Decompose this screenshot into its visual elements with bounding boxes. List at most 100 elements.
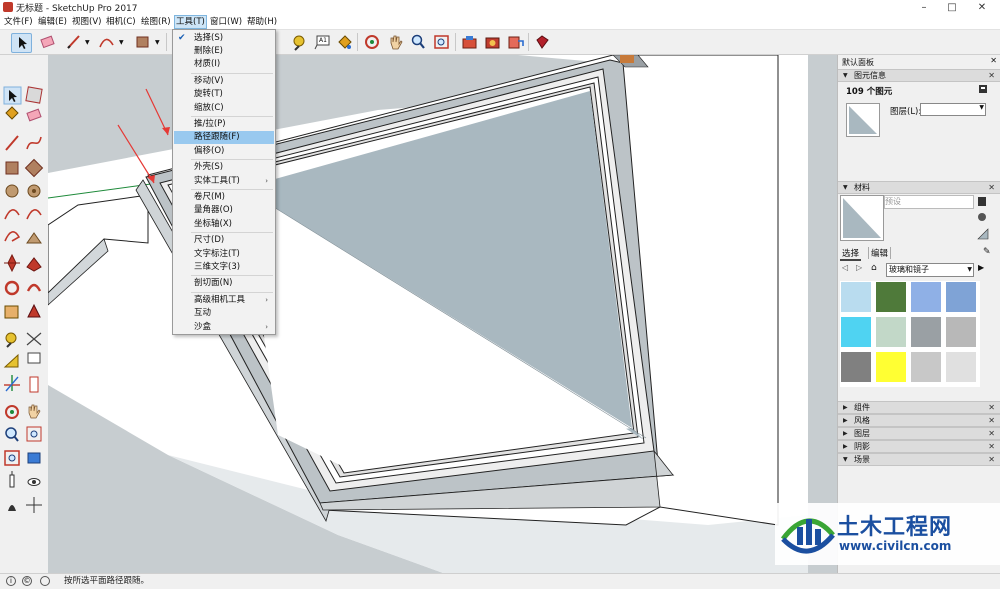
panel-header-0[interactable]: ▶ 组件 ✕ (838, 401, 1000, 414)
panel-close-icon[interactable]: ✕ (988, 428, 995, 439)
material-library-select[interactable]: 玻璃和镜子 ▼ (886, 263, 974, 277)
tools-menu-item-10[interactable]: 实体工具(T) › (174, 175, 274, 188)
tools-menu-item-12[interactable]: 量角器(O) (174, 204, 274, 217)
paint-bucket-tool-button[interactable] (335, 33, 354, 51)
zoom-extents-tool-button[interactable] (432, 33, 451, 51)
entity-info-header[interactable]: ▼ 图元信息 ✕ (838, 69, 1000, 82)
eyedropper-icon[interactable]: ✎ (983, 247, 991, 257)
material-swatch[interactable] (945, 281, 977, 313)
material-name-field[interactable]: 预设 (884, 195, 974, 209)
tools-menu-item-5[interactable]: 缩放(C) (174, 102, 274, 115)
tools-menu-item-4[interactable]: 旋转(T) (174, 88, 274, 101)
select-tool-button[interactable] (11, 33, 32, 53)
maximize-button[interactable]: □ (938, 0, 966, 15)
material-swatch[interactable] (875, 281, 907, 313)
extension-button[interactable] (533, 33, 552, 51)
tools-menu-item-15[interactable]: 文字标注(T) (174, 248, 274, 261)
library-details-icon[interactable]: ▶ (978, 263, 984, 272)
extension-warehouse-button[interactable] (483, 33, 502, 51)
panel-header-label: 阴影 (854, 442, 870, 451)
tape-measure-tool-button[interactable] (290, 33, 309, 51)
tools-menu-item-8[interactable]: 偏移(O) (174, 145, 274, 158)
share-model-button[interactable] (506, 33, 525, 51)
entity-detail-toggle-icon[interactable] (978, 84, 988, 94)
tools-menu-item-20[interactable]: 沙盒 › (174, 321, 274, 334)
tools-menu-item-0[interactable]: ✔ 选择(S) (174, 32, 274, 45)
menu-0[interactable]: 文件(F) (3, 16, 34, 28)
material-swatch[interactable] (910, 351, 942, 383)
tools-menu-item-6[interactable]: 推/拉(P) (174, 118, 274, 131)
material-swatch[interactable] (840, 281, 872, 313)
tools-menu-item-14[interactable]: 尺寸(D) (174, 234, 274, 247)
material-swatch[interactable] (840, 316, 872, 348)
arc-dropdown-chevron-icon[interactable]: ▼ (119, 39, 124, 46)
material-swatch[interactable] (875, 316, 907, 348)
material-swatch[interactable] (945, 316, 977, 348)
material-swatch[interactable] (945, 351, 977, 383)
eraser-tool-button[interactable] (38, 33, 57, 51)
tools-menu-item-13[interactable]: 坐标轴(X) (174, 218, 274, 231)
shape-dropdown-chevron-icon[interactable]: ▼ (155, 39, 160, 46)
panel-close-icon[interactable]: ✕ (988, 454, 995, 465)
warehouse-button[interactable] (460, 33, 479, 51)
home-icon[interactable]: ⌂ (871, 263, 877, 273)
menu-6[interactable]: 窗口(W) (209, 16, 243, 28)
panel-close-icon[interactable]: ✕ (988, 70, 995, 81)
zoom-tool-button[interactable] (409, 33, 428, 51)
materials-header[interactable]: ▼ 材料 ✕ (838, 181, 1000, 194)
tools-menu-dropdown: ✔ 选择(S) 删除(E) 材质(I) 移动(V) 旋转(T) 缩放(C) 推/拉(P) 路径跟… (172, 29, 276, 335)
rectangle-icon (136, 36, 149, 48)
line-tool-button[interactable] (64, 33, 83, 51)
tools-menu-item-17[interactable]: 剖切面(N) (174, 277, 274, 290)
tools-menu-item-19[interactable]: 互动 (174, 307, 274, 320)
info-icon[interactable]: i (6, 576, 16, 586)
line-dropdown-chevron-icon[interactable]: ▼ (85, 39, 90, 46)
panel-header-4[interactable]: ▼ 场景 ✕ (838, 453, 1000, 466)
back-arrow-icon[interactable]: ◁ (842, 263, 848, 272)
rectangle-tool-button[interactable] (133, 33, 152, 51)
user-account-icon[interactable] (40, 576, 50, 586)
panel-header-2[interactable]: ▶ 图层 ✕ (838, 427, 1000, 440)
tools-menu-item-9[interactable]: 外壳(S) (174, 161, 274, 174)
minimize-button[interactable]: – (910, 0, 938, 15)
tools-menu-item-7[interactable]: 路径跟随(F) (174, 131, 274, 145)
geo-location-icon[interactable]: © (22, 576, 32, 586)
material-swatch[interactable] (910, 316, 942, 348)
tools-menu-item-18[interactable]: 高级相机工具 › (174, 294, 274, 307)
panel-close-icon[interactable]: ✕ (988, 402, 995, 413)
tools-menu-item-3[interactable]: 移动(V) (174, 75, 274, 88)
panel-close-icon[interactable]: ✕ (988, 182, 995, 193)
material-swatch[interactable] (910, 281, 942, 313)
text-tool-button[interactable]: A1 (313, 33, 332, 51)
arc-tool-button[interactable] (97, 33, 116, 51)
close-button[interactable]: ✕ (968, 0, 996, 15)
menu-4[interactable]: 绘图(R) (140, 16, 172, 28)
tools-menu-item-11[interactable]: 卷尺(M) (174, 191, 274, 204)
panel-close-icon[interactable]: ✕ (988, 441, 995, 452)
tab-select[interactable]: 选择 (840, 247, 862, 261)
material-side-icons[interactable] (976, 195, 990, 241)
panel-close-icon[interactable]: ✕ (988, 415, 995, 426)
layer-select[interactable]: ▼ (920, 103, 986, 116)
pan-tool-button[interactable] (386, 33, 405, 51)
tools-menu-item-2[interactable]: 材质(I) (174, 58, 274, 71)
status-bar: i © 按所选平面路径跟随。 (0, 573, 1000, 589)
menu-7[interactable]: 帮助(H) (246, 16, 278, 28)
panel-header-1[interactable]: ▶ 风格 ✕ (838, 414, 1000, 427)
panel-header-3[interactable]: ▶ 阴影 ✕ (838, 440, 1000, 453)
forward-arrow-icon[interactable]: ▷ (856, 263, 862, 272)
menu-5[interactable]: 工具(T) (174, 15, 207, 29)
material-swatch[interactable] (875, 351, 907, 383)
model-viewport[interactable] (48, 55, 837, 573)
tools-menu-item-16[interactable]: 三维文字(3) (174, 261, 274, 274)
material-swatch[interactable] (840, 351, 872, 383)
tab-edit[interactable]: 编辑 (868, 247, 892, 259)
tools-menu-item-1[interactable]: 删除(E) (174, 45, 274, 58)
menu-1[interactable]: 编辑(E) (37, 16, 68, 28)
menu-3[interactable]: 相机(C) (105, 16, 137, 28)
menu-item-label: 三维文字(3) (194, 261, 241, 272)
orbit-tool-button[interactable] (363, 33, 382, 51)
tray-close-icon[interactable]: ✕ (990, 56, 997, 65)
menu-2[interactable]: 视图(V) (71, 16, 102, 28)
material-swatch-preview (843, 198, 881, 238)
